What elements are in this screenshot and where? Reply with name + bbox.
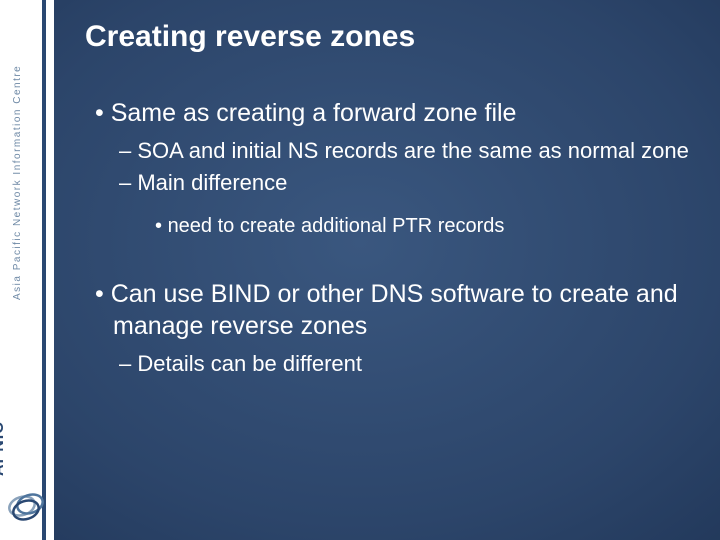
sidebar: Asia Pacific Network Information Centre … xyxy=(0,0,54,540)
bullet-level2: Details can be different xyxy=(119,350,690,378)
bullet-level2: SOA and initial NS records are the same … xyxy=(119,137,690,165)
bullet-level2: Main difference xyxy=(119,169,690,197)
bullet-level3: need to create additional PTR records xyxy=(155,214,690,239)
slide: Asia Pacific Network Information Centre … xyxy=(0,0,720,540)
slide-content: Creating reverse zones Same as creating … xyxy=(85,20,690,381)
apnic-rings-icon xyxy=(4,482,48,526)
org-name-vertical: Asia Pacific Network Information Centre xyxy=(12,65,23,300)
bullet-level1: Same as creating a forward zone file xyxy=(95,98,690,129)
bullet-level1: Can use BIND or other DNS software to cr… xyxy=(95,279,690,342)
sidebar-accent-stripe xyxy=(42,0,46,540)
apnic-wordmark: APNIC xyxy=(0,421,8,476)
slide-title: Creating reverse zones xyxy=(85,20,690,54)
